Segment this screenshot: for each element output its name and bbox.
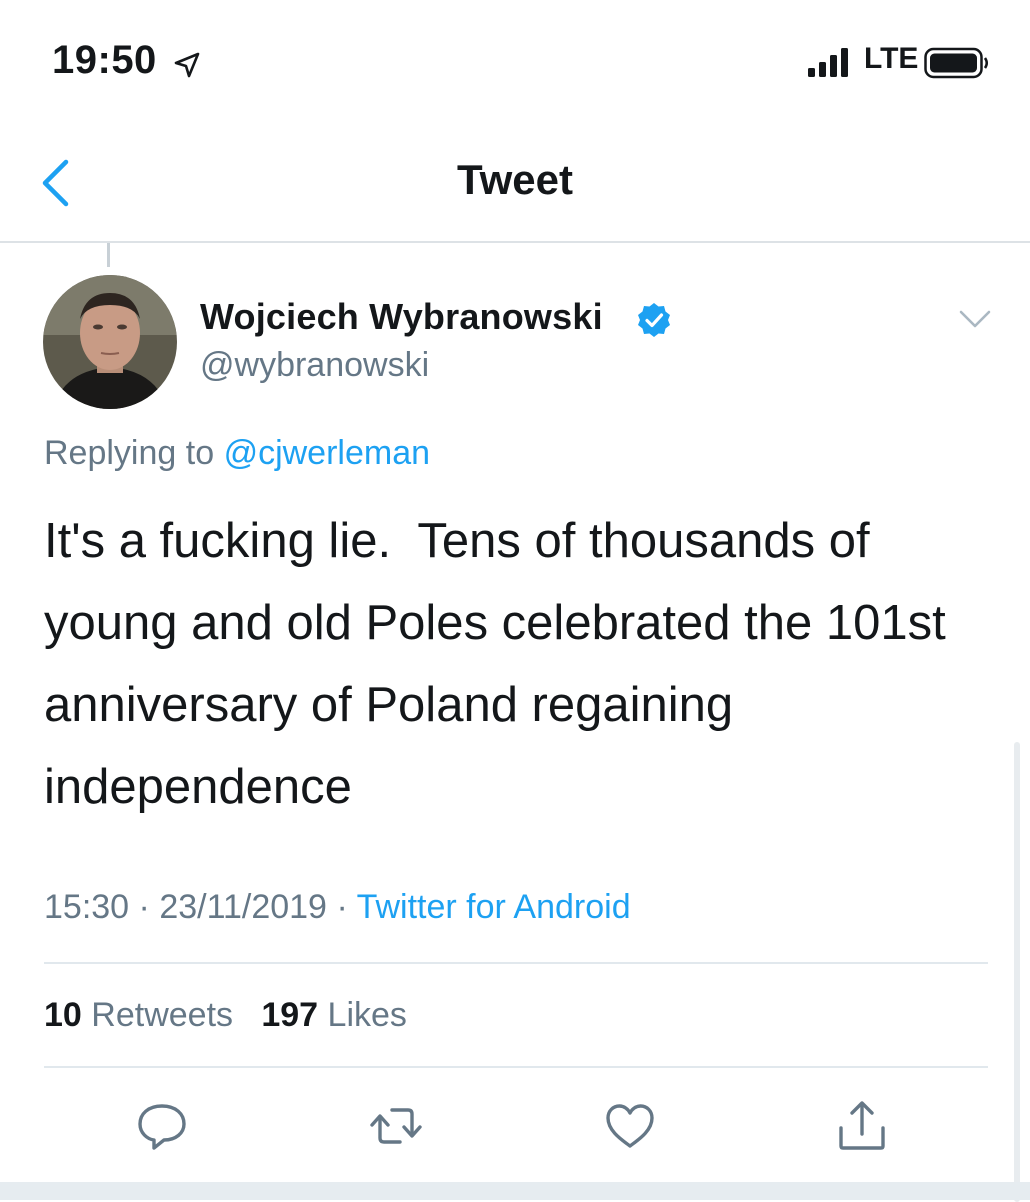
- avatar[interactable]: [43, 275, 177, 409]
- signal-icon: [808, 48, 848, 77]
- likes-count: 197: [261, 996, 319, 1034]
- divider: [44, 962, 988, 964]
- retweet-icon[interactable]: [368, 1098, 424, 1154]
- retweets-label: Retweets: [91, 996, 234, 1034]
- meta-separator: ·: [336, 888, 348, 926]
- meta-separator: ·: [138, 888, 150, 926]
- page-title: Tweet: [457, 156, 573, 203]
- divider: [44, 1066, 988, 1068]
- avatar-image: [43, 275, 177, 409]
- tweet-date: 23/11/2019: [159, 888, 327, 926]
- battery-icon: [924, 47, 988, 79]
- bottom-bar: [0, 1182, 1030, 1200]
- like-icon[interactable]: [602, 1098, 658, 1154]
- author-handle[interactable]: @wybranowski: [200, 346, 429, 385]
- tweet-source-link[interactable]: Twitter for Android: [357, 888, 631, 926]
- status-time: 19:50: [52, 38, 157, 82]
- tweet-time: 15:30: [44, 888, 130, 926]
- likes-stat[interactable]: 197 Likes: [261, 996, 407, 1034]
- verified-badge-icon: [638, 303, 670, 337]
- replying-prefix: Replying to: [44, 434, 215, 472]
- chevron-down-icon[interactable]: [958, 308, 992, 330]
- location-arrow-icon: [174, 52, 200, 78]
- scrollbar[interactable]: [1014, 742, 1020, 1202]
- tweet-meta: 15:30 · 23/11/2019 · Twitter for Android: [44, 888, 631, 927]
- likes-label: Likes: [327, 996, 407, 1034]
- tweet-stats: 10 Retweets 197 Likes: [44, 996, 407, 1035]
- retweets-stat[interactable]: 10 Retweets: [44, 996, 233, 1034]
- retweets-count: 10: [44, 996, 82, 1034]
- tweet-text: It's a fucking lie. Tens of thousands of…: [44, 514, 960, 814]
- network-type: LTE: [864, 42, 919, 75]
- replying-to-link[interactable]: @cjwerleman: [224, 434, 430, 472]
- nav-divider: [0, 241, 1030, 243]
- replying-to: Replying to @cjwerleman: [44, 434, 430, 473]
- thread-connector: [107, 243, 110, 267]
- reply-icon[interactable]: [134, 1098, 190, 1154]
- share-icon[interactable]: [834, 1098, 890, 1154]
- author-name[interactable]: Wojciech Wybranowski: [200, 296, 603, 338]
